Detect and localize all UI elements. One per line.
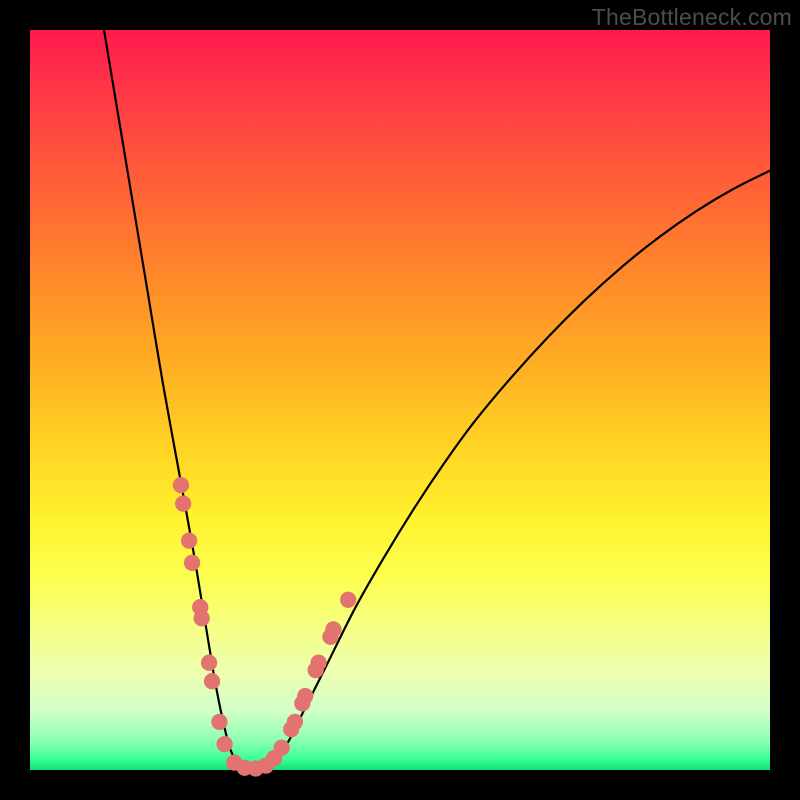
curve-marker [310, 655, 326, 671]
marker-group [173, 477, 357, 777]
chart-plot-area [30, 30, 770, 770]
curve-marker [181, 532, 197, 548]
curve-marker [297, 688, 313, 704]
curve-marker [216, 736, 232, 752]
curve-marker [325, 621, 341, 637]
curve-marker [184, 555, 200, 571]
chart-svg [30, 30, 770, 770]
curve-marker [175, 495, 191, 511]
watermark-text: TheBottleneck.com [592, 4, 792, 31]
curve-marker [340, 592, 356, 608]
curve-marker [204, 673, 220, 689]
curve-marker [173, 477, 189, 493]
curve-marker [287, 714, 303, 730]
curve-marker [211, 714, 227, 730]
curve-marker [201, 655, 217, 671]
curve-marker [194, 610, 210, 626]
curve-marker [273, 740, 289, 756]
chart-frame: TheBottleneck.com [0, 0, 800, 800]
